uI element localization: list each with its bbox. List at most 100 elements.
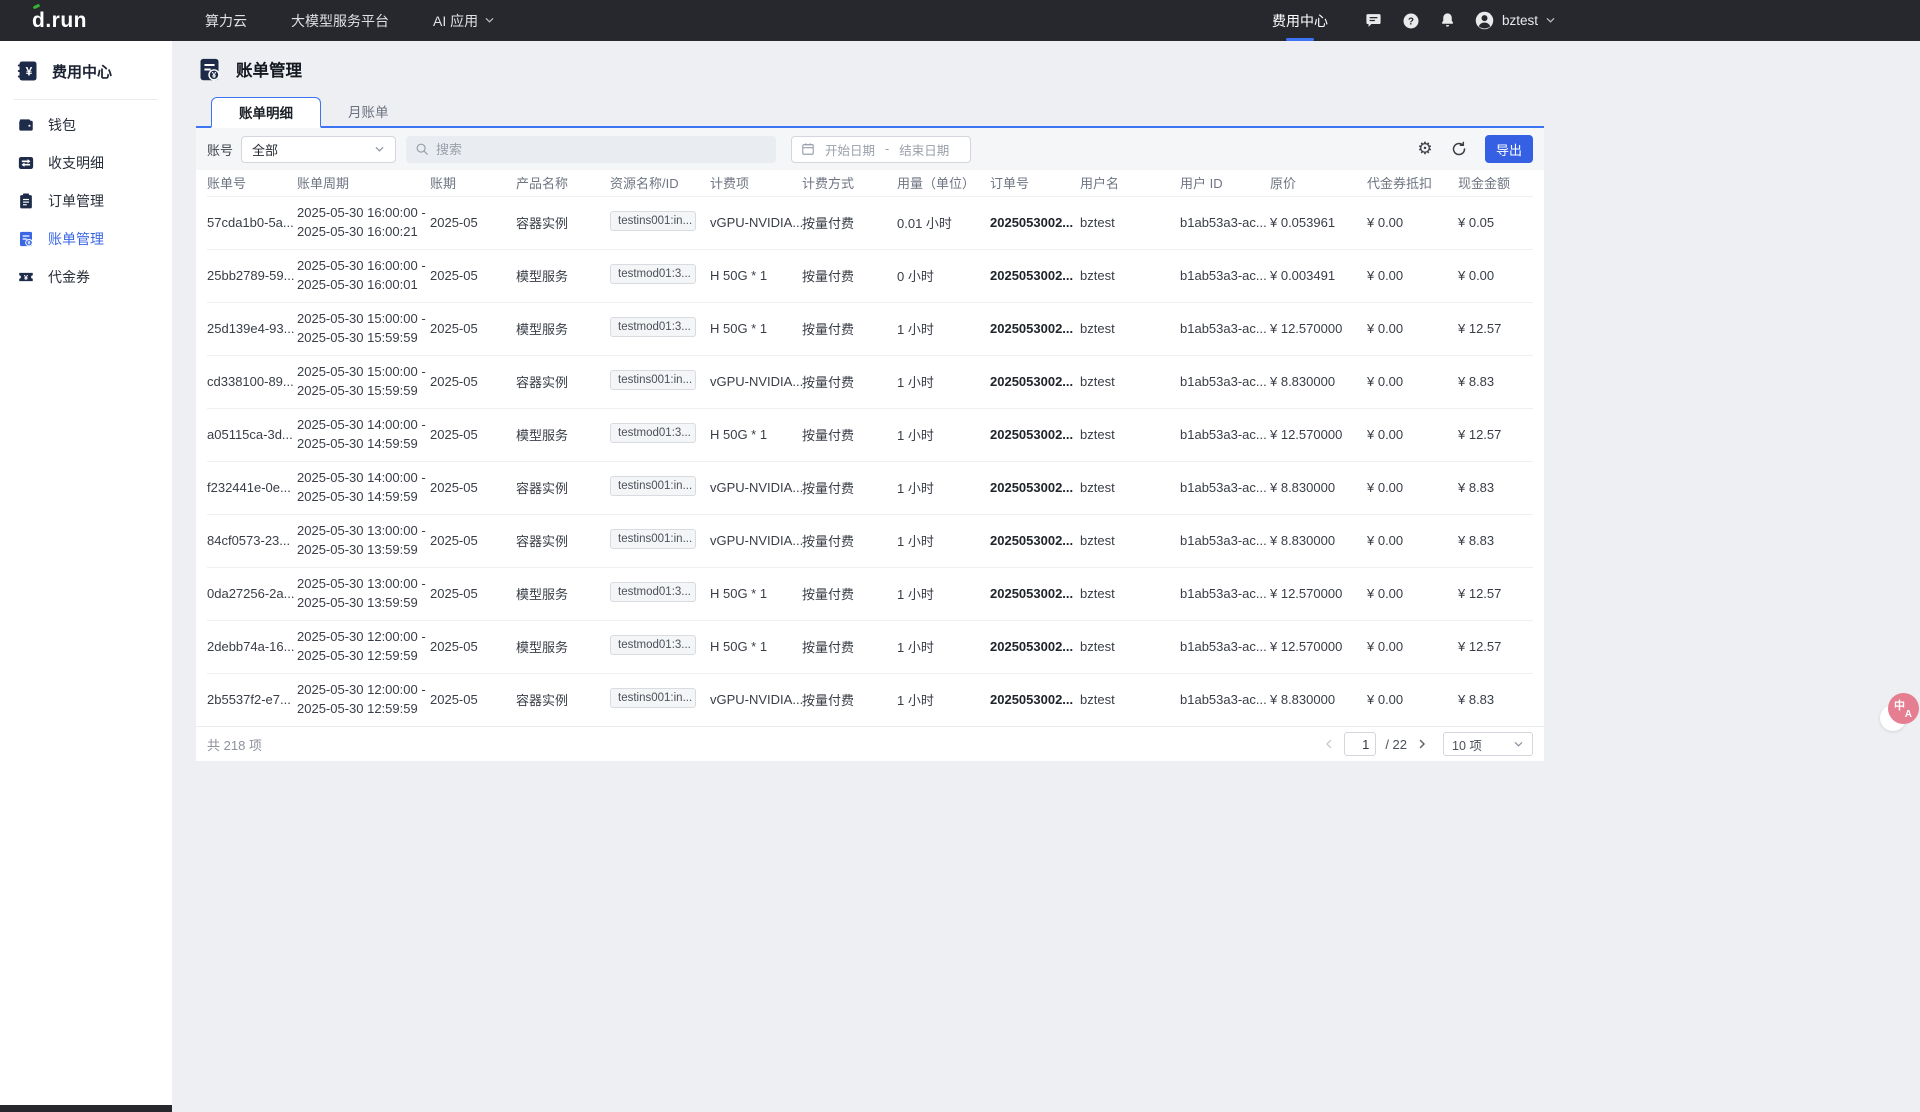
user-menu[interactable]: bztest (1474, 10, 1556, 31)
sidebar-item-label: 钱包 (48, 115, 76, 135)
voucher-deduction: ¥ 0.00 (1367, 533, 1403, 548)
svg-text:?: ? (1408, 16, 1414, 27)
resource-tag: testins001:in... (610, 688, 696, 708)
col-order-id: 订单号 (990, 170, 1080, 196)
message-icon[interactable] (1363, 10, 1385, 32)
nav-item-computing-cloud[interactable]: 算力云 (205, 11, 247, 31)
sidebar-item-label: 账单管理 (48, 229, 104, 249)
row-username: bztest (1080, 586, 1115, 601)
billing-item: H 50G * 1 (710, 427, 767, 442)
export-button[interactable]: 导出 (1485, 135, 1533, 163)
date-range-picker[interactable]: 开始日期 - 结束日期 (791, 136, 971, 163)
row-user-id: b1ab53a3-ac... (1180, 586, 1267, 601)
row-username: bztest (1080, 215, 1115, 230)
main-nav: 算力云 大模型服务平台 AI 应用 (205, 11, 495, 31)
row-username: bztest (1080, 321, 1115, 336)
voucher-ticket-icon: ¥ (17, 268, 35, 286)
row-username: bztest (1080, 268, 1115, 283)
next-page-icon[interactable] (1416, 738, 1428, 750)
filter-bar: 账号 全部 开始日期 (196, 128, 1544, 170)
search-input[interactable] (436, 142, 767, 157)
gear-icon[interactable]: ⚙ (1413, 137, 1437, 161)
usage-amount: 1 小时 (897, 640, 934, 655)
row-username: bztest (1080, 374, 1115, 389)
resource-tag: testins001:in... (610, 211, 696, 231)
sidebar-item-wallet[interactable]: 钱包 (0, 106, 172, 144)
page-header: ¥ 账单管理 (196, 41, 1544, 85)
row-user-id: b1ab53a3-ac... (1180, 533, 1267, 548)
sidebar-item-bills[interactable]: ¥ 账单管理 (0, 220, 172, 258)
bill-id: f232441e-0e... (207, 480, 291, 495)
refresh-icon[interactable] (1447, 137, 1471, 161)
resource-tag: testmod01:3... (610, 582, 696, 602)
nav-item-ai-apps[interactable]: AI 应用 (433, 11, 495, 31)
cash-amount: ¥ 12.57 (1458, 586, 1501, 601)
page-number-input[interactable] (1344, 732, 1376, 756)
billing-month: 2025-05 (430, 480, 478, 495)
table-header-row: 账单号 账单周期 账期 产品名称 资源名称/ID 计费项 计费方式 用量（单位）… (207, 170, 1533, 196)
bill-period-end: 2025-05-30 16:00:01 (297, 276, 422, 295)
translate-button[interactable]: 中A (1884, 693, 1920, 729)
sidebar-item-transactions[interactable]: 收支明细 (0, 144, 172, 182)
cash-amount: ¥ 0.05 (1458, 215, 1494, 230)
usage-amount: 1 小时 (897, 322, 934, 337)
nav-item-billing-center[interactable]: 费用中心 (1272, 0, 1328, 41)
billing-center-icon: ¥ (16, 59, 40, 83)
tab-bill-details[interactable]: 账单明细 (211, 97, 321, 128)
row-username: bztest (1080, 480, 1115, 495)
help-icon[interactable]: ? (1400, 10, 1422, 32)
order-id: 2025053002... (990, 215, 1073, 230)
original-price: ¥ 12.570000 (1270, 639, 1342, 654)
bill-period-start: 2025-05-30 12:00:00 - (297, 681, 422, 700)
bills-card: 账号 全部 开始日期 (196, 128, 1544, 761)
page-size-select[interactable]: 10 项 (1443, 732, 1533, 756)
page-total-label: / 22 (1385, 737, 1407, 752)
voucher-deduction: ¥ 0.00 (1367, 374, 1403, 389)
nav-item-llm-platform[interactable]: 大模型服务平台 (291, 11, 389, 31)
row-username: bztest (1080, 427, 1115, 442)
table-row: cd338100-89... 2025-05-30 15:00:00 - 202… (207, 355, 1533, 408)
usage-amount: 1 小时 (897, 587, 934, 602)
prev-page-icon[interactable] (1323, 738, 1335, 750)
sidebar-item-orders[interactable]: 订单管理 (0, 182, 172, 220)
bill-period-start: 2025-05-30 13:00:00 - (297, 575, 422, 594)
pagination: / 22 10 项 (1323, 732, 1533, 756)
table-row: a05115ca-3d... 2025-05-30 14:00:00 - 202… (207, 408, 1533, 461)
date-separator: - (885, 142, 889, 156)
search-box[interactable] (406, 136, 776, 163)
calendar-icon (801, 142, 815, 156)
col-billing-month: 账期 (430, 170, 516, 196)
row-username: bztest (1080, 692, 1115, 707)
billing-item: H 50G * 1 (710, 268, 767, 283)
resource-tag: testins001:in... (610, 476, 696, 496)
account-select[interactable]: 全部 (241, 136, 396, 163)
clipboard-icon (17, 192, 35, 210)
bill-period-end: 2025-05-30 13:59:59 (297, 541, 422, 560)
voucher-deduction: ¥ 0.00 (1367, 692, 1403, 707)
col-bill-period: 账单周期 (297, 170, 430, 196)
bills-table-body: 57cda1b0-5a... 2025-05-30 16:00:00 - 202… (207, 196, 1533, 726)
billing-month: 2025-05 (430, 268, 478, 283)
billing-month: 2025-05 (430, 215, 478, 230)
billing-mode: 按量付费 (802, 693, 854, 708)
product-name: 模型服务 (516, 269, 568, 284)
row-username: bztest (1080, 533, 1115, 548)
cash-amount: ¥ 0.00 (1458, 268, 1494, 283)
tab-monthly-bills[interactable]: 月账单 (321, 95, 416, 126)
sidebar-item-vouchers[interactable]: ¥ 代金券 (0, 258, 172, 296)
app-logo[interactable]: d.run (32, 9, 87, 33)
original-price: ¥ 12.570000 (1270, 321, 1342, 336)
table-row: 25d139e4-93... 2025-05-30 15:00:00 - 202… (207, 302, 1533, 355)
chevron-down-icon (1545, 15, 1556, 26)
order-id: 2025053002... (990, 692, 1073, 707)
svg-text:¥: ¥ (26, 65, 33, 79)
order-id: 2025053002... (990, 268, 1073, 283)
col-username: 用户名 (1080, 170, 1180, 196)
resource-tag: testmod01:3... (610, 635, 696, 655)
voucher-deduction: ¥ 0.00 (1367, 268, 1403, 283)
main-area: ¥ 账单管理 账单明细 月账单 账号 全部 (172, 41, 1920, 1112)
table-row: 2debb74a-16... 2025-05-30 12:00:00 - 202… (207, 620, 1533, 673)
cash-amount: ¥ 8.83 (1458, 533, 1494, 548)
bell-icon[interactable] (1437, 10, 1459, 32)
voucher-deduction: ¥ 0.00 (1367, 427, 1403, 442)
